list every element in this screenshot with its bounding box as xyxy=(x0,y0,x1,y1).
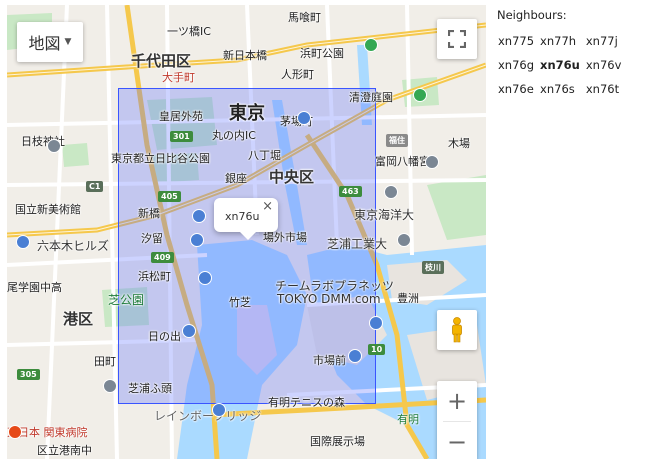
label-kokusai: 国際展示場 xyxy=(310,435,365,448)
fullscreen-button[interactable] xyxy=(437,19,477,59)
station-marker-icon[interactable] xyxy=(192,209,206,223)
zoom-control: + − xyxy=(437,381,477,459)
station-marker-icon[interactable] xyxy=(190,233,204,247)
neighbour-cell[interactable]: xn76v xyxy=(585,58,623,72)
label-kokuritsu: 国立新美術館 xyxy=(15,203,81,216)
label-chiyoda: 千代田区 xyxy=(131,52,192,70)
bridge-marker-icon[interactable] xyxy=(212,403,226,417)
route-shield-305: 305 xyxy=(17,369,40,380)
label-ginza: 銀座 xyxy=(225,172,247,185)
label-shibakoen: 芝公園 xyxy=(108,293,145,307)
station-marker-icon[interactable] xyxy=(348,349,362,363)
route-shield-10: 10 xyxy=(368,344,386,355)
shrine-marker-icon[interactable] xyxy=(425,155,439,169)
hospital-marker-icon[interactable] xyxy=(8,425,22,439)
map-canvas[interactable]: 千代田区 東京 中央区 港区 銀座 新橋 汐留 浜松町 田町 芝公園 日の出 芝… xyxy=(7,5,486,459)
neighbour-cell-center[interactable]: xn76u xyxy=(539,58,581,72)
landmark-marker-icon[interactable] xyxy=(16,235,30,249)
neighbours-title: Neighbours: xyxy=(497,8,567,22)
label-hamacho: 浜町公園 xyxy=(300,47,344,60)
route-shield-409: 409 xyxy=(151,252,174,263)
label-hitotsubashi: 一ツ橋IC xyxy=(167,25,211,38)
landmark-marker-icon[interactable] xyxy=(384,185,398,199)
park-marker-icon[interactable] xyxy=(413,88,427,102)
route-shield-c1: C1 xyxy=(86,181,104,192)
label-ningyocho: 人形町 xyxy=(281,68,314,81)
label-shibaurafuto: 芝浦ふ頭 xyxy=(128,382,172,395)
route-shield-fukuzumi: 福住 xyxy=(386,134,408,147)
label-konan-jhs: 区立港南中 xyxy=(37,444,92,457)
label-hatchobori: 八丁堀 xyxy=(248,149,281,162)
neighbour-cell[interactable]: xn77j xyxy=(585,34,623,48)
neighbour-cell[interactable]: xn76t xyxy=(585,82,623,96)
label-hamamatsucho: 浜松町 xyxy=(138,270,171,283)
pegman-icon xyxy=(452,317,462,343)
label-nihonbashi: 新日本橋 xyxy=(223,49,267,62)
route-shield-405: 405 xyxy=(158,191,181,202)
neighbour-cell[interactable]: xn76e xyxy=(497,82,535,96)
street-view-pegman-button[interactable] xyxy=(437,310,477,350)
station-marker-icon[interactable] xyxy=(297,111,311,125)
minus-icon: − xyxy=(446,428,468,456)
neighbour-cell[interactable]: xn775 xyxy=(497,34,535,48)
label-rainbow-bridge: レインボーブリッジ xyxy=(154,409,262,423)
info-window-tail xyxy=(240,232,256,240)
label-chuo: 中央区 xyxy=(269,168,315,186)
map-type-label: 地図 xyxy=(28,34,61,53)
info-window-text: xn76u xyxy=(225,210,260,223)
label-hibiya-park: 東京都立日比谷公園 xyxy=(111,152,210,165)
label-tamachi: 田町 xyxy=(94,355,116,368)
route-shield-ts: 枝川 xyxy=(422,261,444,274)
info-window: xn76u × xyxy=(214,198,278,240)
park-marker-icon[interactable] xyxy=(364,38,378,52)
label-kiyosumi: 清澄庭園 xyxy=(349,91,393,104)
label-kaiyo: 東京海洋大 xyxy=(354,208,415,222)
label-hinode: 日の出 xyxy=(148,330,181,343)
route-shield-301: 301 xyxy=(170,131,193,142)
label-gakuen: 尾学園中高 xyxy=(7,281,62,294)
neighbours-panel: Neighbours: xn775 xn77h xn77j xn76g xn76… xyxy=(497,8,647,96)
label-shiodome: 汐留 xyxy=(141,232,163,245)
label-toyosu: 豊洲 xyxy=(397,292,419,305)
label-marunouchi-ic: 丸の内IC xyxy=(212,129,256,142)
label-otemachi: 大手町 xyxy=(162,71,195,84)
landmark-marker-icon[interactable] xyxy=(397,233,411,247)
zoom-out-button[interactable]: − xyxy=(437,422,477,459)
route-shield-463: 463 xyxy=(339,186,362,197)
station-marker-icon[interactable] xyxy=(182,324,196,338)
label-shijomae: 市場前 xyxy=(313,354,346,367)
zoom-in-button[interactable]: + xyxy=(437,381,477,421)
neighbours-grid: xn775 xn77h xn77j xn76g xn76u xn76v xn76… xyxy=(497,34,647,96)
plus-icon: + xyxy=(446,387,468,415)
label-roppongi: 六本木ヒルズ xyxy=(37,239,110,253)
label-minato: 港区 xyxy=(63,310,94,328)
chevron-down-icon: ▼ xyxy=(64,37,72,47)
label-ariake-tennis: 有明テニスの森 xyxy=(268,396,345,409)
label-tokyo-dmm: TOKYO DMM.com xyxy=(277,292,381,306)
label-shibaura-kogyo: 芝浦工業大 xyxy=(327,237,388,251)
label-tomioka: 富岡八幡宮 xyxy=(375,155,430,168)
close-icon[interactable]: × xyxy=(262,199,273,214)
neighbour-cell[interactable]: xn76g xyxy=(497,58,535,72)
fullscreen-icon xyxy=(448,30,466,48)
neighbour-cell[interactable]: xn77h xyxy=(539,34,581,48)
landmark-marker-icon[interactable] xyxy=(103,379,117,393)
attraction-marker-icon[interactable] xyxy=(369,316,383,330)
label-shimbashi: 新橋 xyxy=(138,207,160,220)
shrine-marker-icon[interactable] xyxy=(47,139,61,153)
label-takeshiba: 竹芝 xyxy=(229,296,251,309)
station-marker-icon[interactable] xyxy=(198,271,212,285)
label-bakurocho: 馬喰町 xyxy=(288,11,321,24)
label-kokyo-gaien: 皇居外苑 xyxy=(159,110,203,123)
label-kiba: 木場 xyxy=(448,137,470,150)
label-ariake: 有明 xyxy=(397,413,419,426)
map-type-button[interactable]: 地図 ▼ xyxy=(17,22,83,62)
label-tokyo: 東京 xyxy=(229,103,265,124)
neighbour-cell[interactable]: xn76s xyxy=(539,82,581,96)
